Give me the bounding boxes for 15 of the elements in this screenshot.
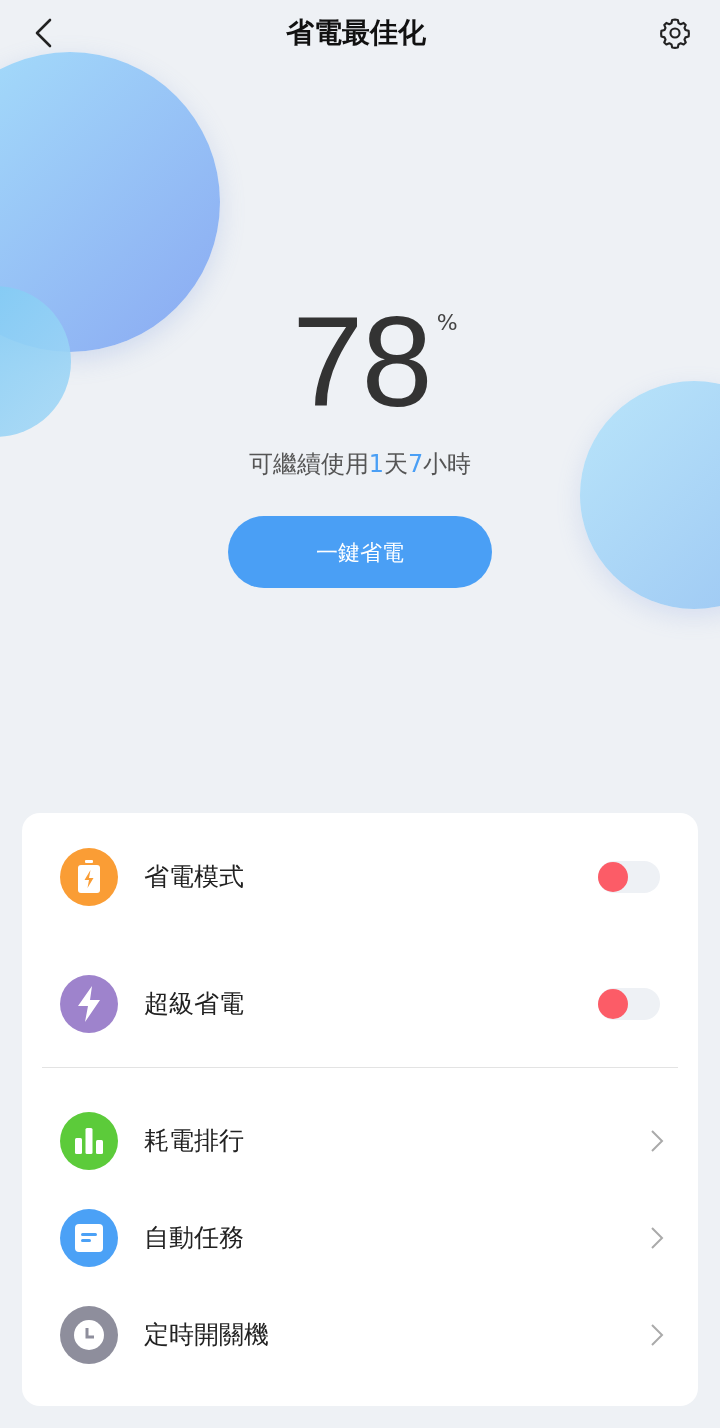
one-tap-save-button[interactable]: 一鍵省電 — [228, 516, 492, 588]
remaining-time-text: 可繼續使用1天7小時 — [248, 449, 472, 480]
toggle-switch[interactable] — [598, 860, 660, 893]
page-title: 省電最佳化 — [286, 15, 426, 51]
chevron-right-icon[interactable] — [650, 1128, 664, 1153]
battery-percentage: 78 — [292, 298, 431, 426]
chevron-right-icon[interactable] — [650, 1322, 664, 1347]
percent-sign: % — [436, 309, 458, 337]
setting-label: 省電模式 — [144, 860, 245, 893]
toggle-switch[interactable] — [598, 987, 660, 1020]
chevron-right-icon[interactable] — [650, 1225, 664, 1250]
setting-label: 超級省電 — [144, 987, 245, 1020]
setting-label: 定時開關機 — [144, 1318, 270, 1351]
setting-label: 耗電排行 — [144, 1124, 245, 1157]
setting-label: 自動任務 — [144, 1221, 245, 1254]
